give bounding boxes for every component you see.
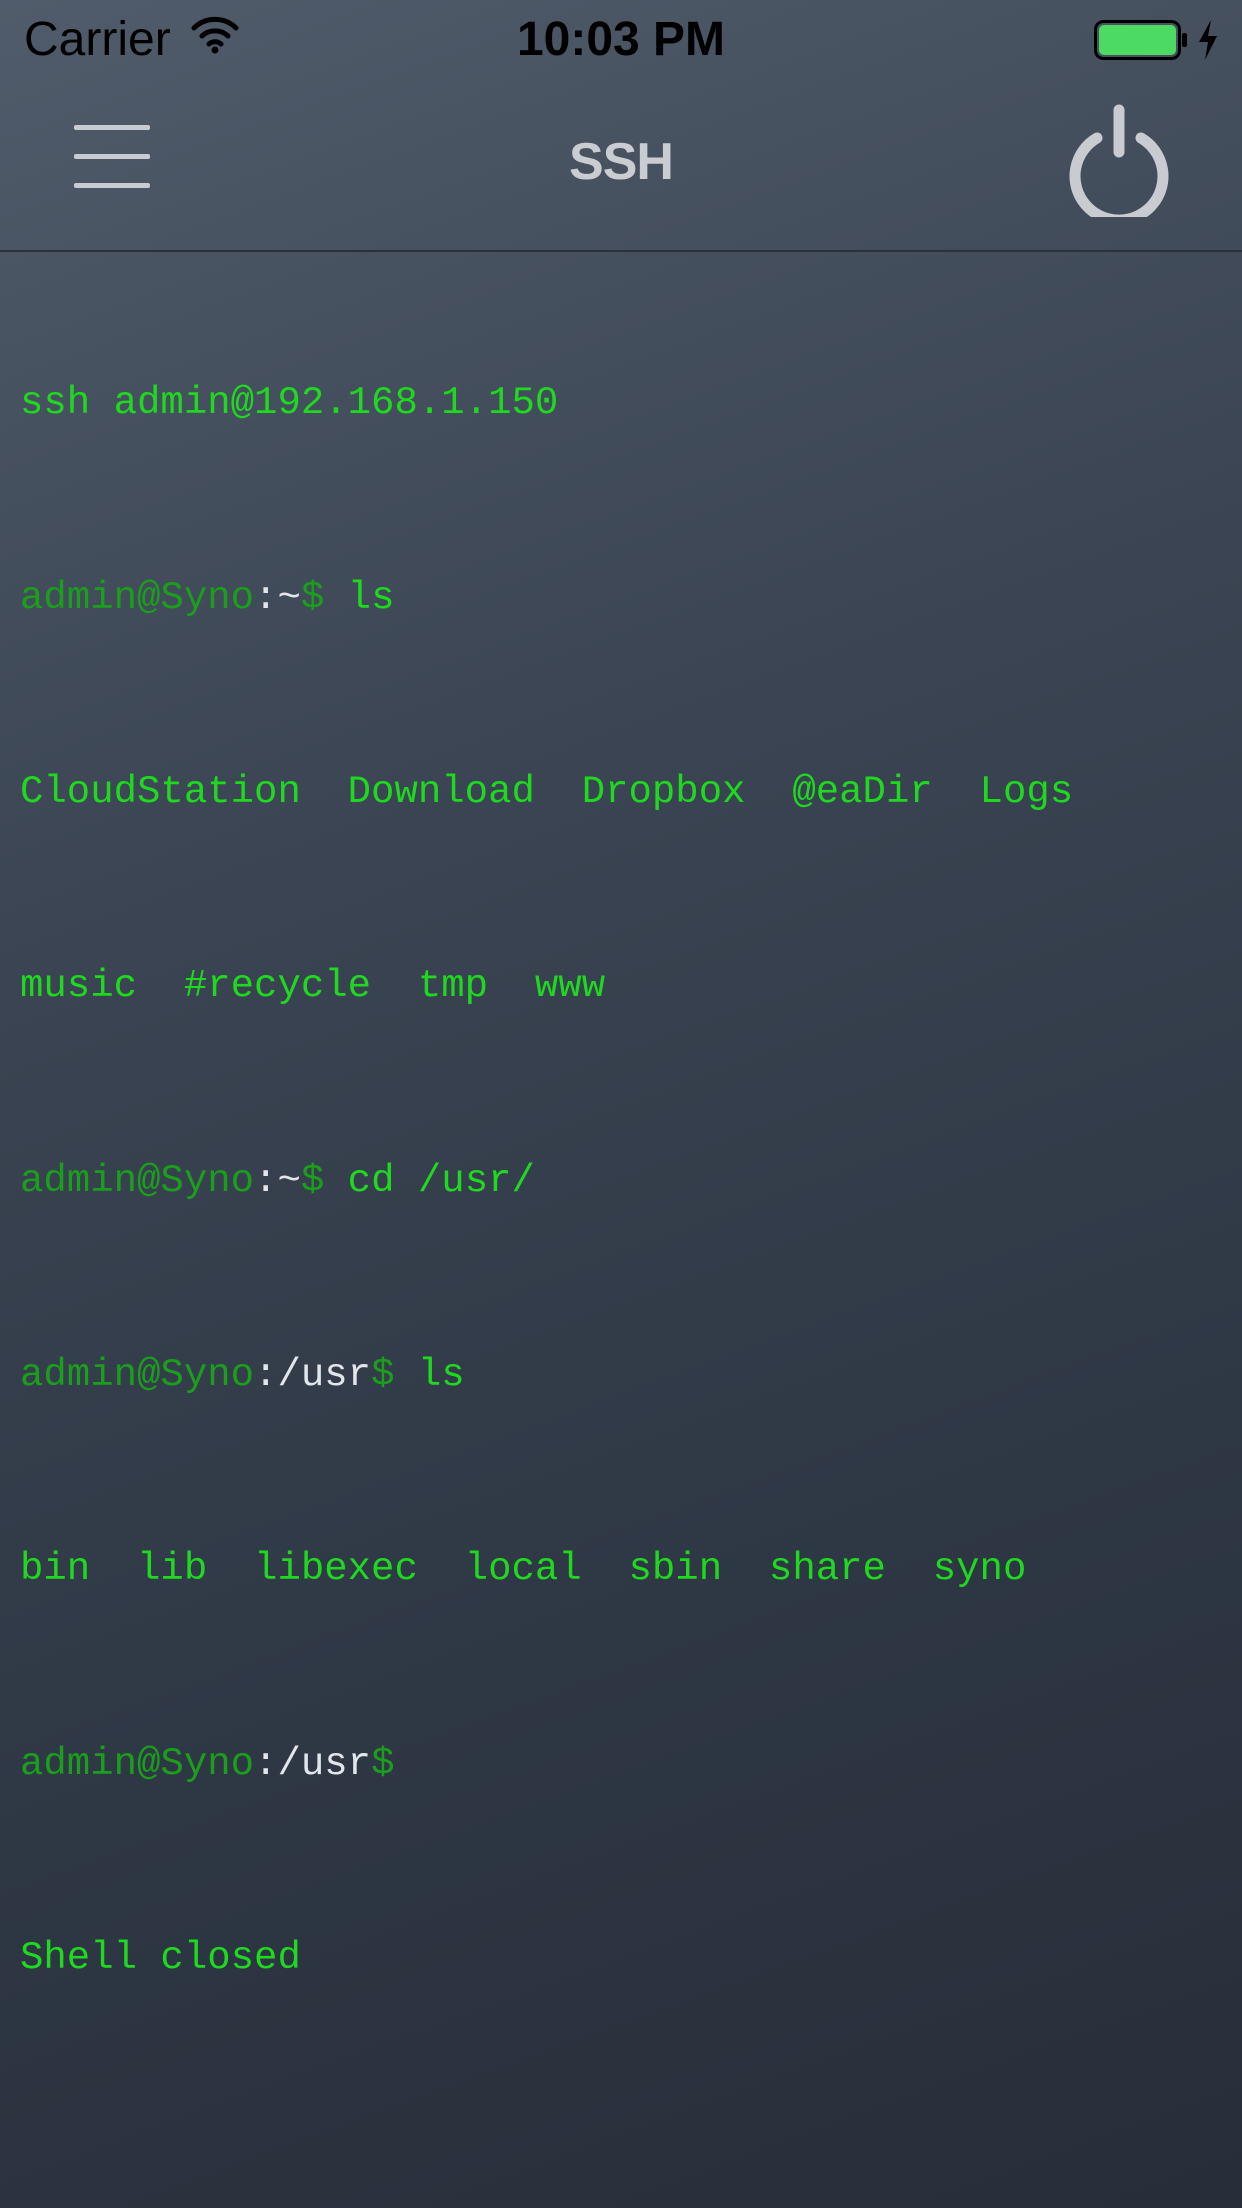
- terminal-output[interactable]: ssh admin@192.168.1.150 admin@Syno:~$ ls…: [20, 282, 1230, 2031]
- prompt-path: /usr: [277, 1353, 372, 1398]
- prompt-path: /usr: [277, 1741, 372, 1786]
- terminal-line: bin lib libexec local sbin share syno: [20, 1545, 1230, 1594]
- clock: 10:03 PM: [516, 13, 726, 66]
- navigation-bar: SSH: [0, 80, 1242, 252]
- prompt-dollar: $: [371, 1741, 395, 1786]
- battery-icon: [1094, 20, 1190, 65]
- prompt-dollar: $: [371, 1353, 395, 1398]
- terminal-line: admin@Syno:~$ ls: [20, 574, 1230, 623]
- command-text: ls: [324, 575, 395, 620]
- command-text: cd /usr/: [324, 1158, 535, 1203]
- terminal-line: admin@Syno:~$ cd /usr/: [20, 1157, 1230, 1206]
- prompt-separator: :: [254, 1353, 278, 1398]
- prompt-separator: :: [254, 1741, 278, 1786]
- status-message: Shell closed: [20, 1936, 301, 1981]
- terminal-line: ssh admin@192.168.1.150: [20, 379, 1230, 428]
- status-bar: Carrier 10:03 PM: [0, 0, 1242, 80]
- prompt-user-host: admin@Syno: [20, 1353, 255, 1398]
- output-text: CloudStation Download Dropbox @eaDir Log…: [20, 769, 1074, 814]
- prompt-path: ~: [277, 575, 301, 620]
- prompt-dollar: $: [300, 1158, 325, 1203]
- terminal-line: music #recycle tmp www: [20, 962, 1230, 1011]
- prompt-separator: :: [254, 575, 278, 620]
- prompt-path: ~: [277, 1158, 301, 1203]
- prompt-user-host: admin@Syno: [20, 1158, 255, 1203]
- page-title: SSH: [569, 133, 674, 191]
- command-text: ls: [394, 1353, 465, 1398]
- prompt-user-host: admin@Syno: [20, 1741, 255, 1786]
- power-button[interactable]: [1064, 102, 1174, 226]
- terminal-line: Shell closed: [20, 1934, 1230, 1983]
- terminal-line: admin@Syno:/usr$ ls: [20, 1351, 1230, 1400]
- command-text: ssh admin@192.168.1.150: [20, 381, 559, 426]
- prompt-user-host: admin@Syno: [20, 575, 255, 620]
- output-text: bin lib libexec local sbin share syno: [20, 1547, 1027, 1592]
- power-icon: [1069, 104, 1169, 226]
- hamburger-menu-icon: [74, 125, 150, 130]
- prompt-separator: :: [254, 1158, 278, 1203]
- prompt-dollar: $: [300, 575, 325, 620]
- output-text: music #recycle tmp www: [20, 964, 606, 1009]
- charging-icon: [1196, 18, 1220, 67]
- terminal-line: CloudStation Download Dropbox @eaDir Log…: [20, 768, 1230, 817]
- terminal-line: admin@Syno:/usr$: [20, 1740, 1230, 1789]
